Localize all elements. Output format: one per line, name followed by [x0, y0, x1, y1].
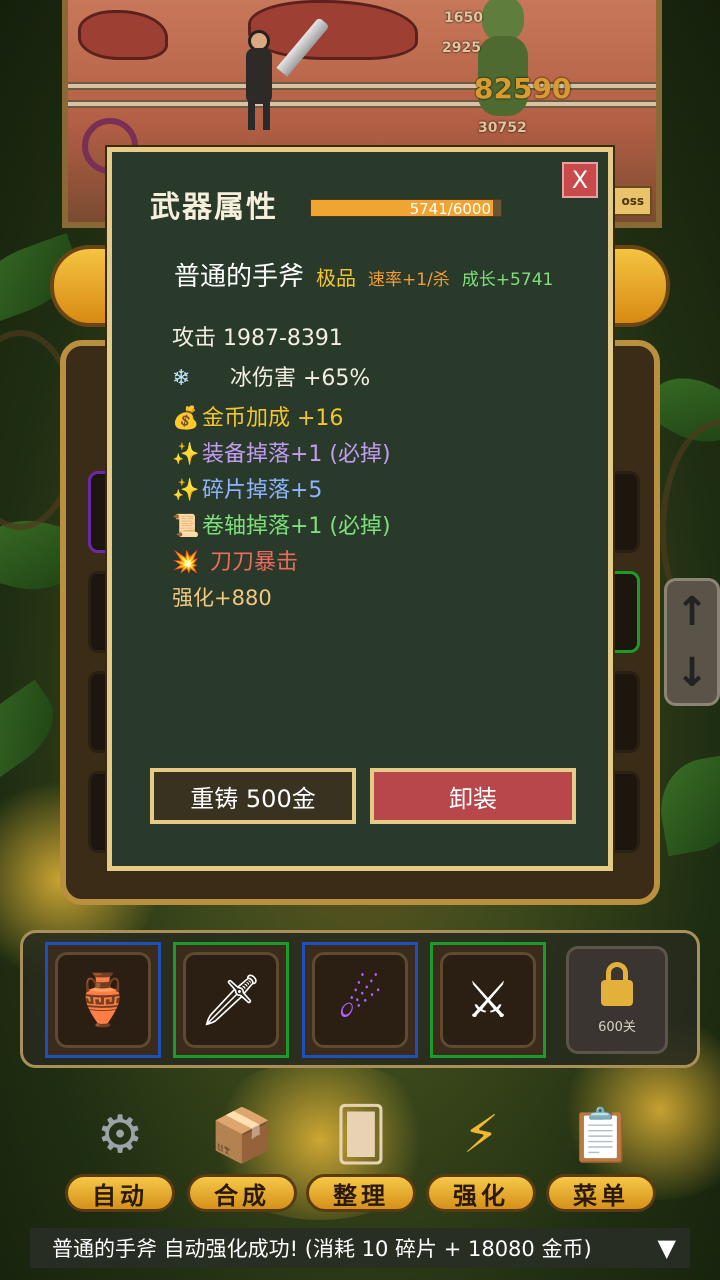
stat-gold-text: 金币加成 +16 [202, 406, 344, 431]
treasure-pot-icon: 🏺 [71, 970, 135, 1029]
item-speed: 速率+1/杀 [368, 270, 450, 290]
clipboard-icon: 📋 [568, 1105, 634, 1166]
auto-label: 自动 [65, 1174, 175, 1212]
item-name: 普通的手斧 [174, 262, 305, 292]
menu-button[interactable]: 📋 菜单 [546, 1100, 656, 1212]
damage-number-big: 82590 [474, 72, 572, 105]
damage-number: 2925 [442, 40, 481, 56]
scroll-arrows[interactable]: ↑ ↓ [664, 578, 720, 706]
damage-number: 30752 [478, 120, 527, 136]
lock-icon [601, 961, 633, 1006]
arrow-down-icon[interactable]: ↓ [675, 650, 709, 696]
skill-slot-1[interactable]: 🏺 [45, 942, 161, 1058]
status-message: 普通的手斧 自动强化成功! (消耗 10 碎片 + 18080 金币) [52, 1237, 592, 1261]
progress-text: 5741/6000 [409, 200, 491, 218]
merge-button[interactable]: 📦 合成 [187, 1100, 297, 1212]
sparkles-icon: ✨ [172, 442, 200, 467]
stat-equip-drop: ✨ 装备掉落+1 (必掉) [172, 436, 391, 468]
skill-slot-3[interactable]: ☄ [302, 942, 418, 1058]
stat-crit-text: 刀刀暴击 [210, 550, 299, 575]
item-header: 普通的手斧 极品 速率+1/杀 成长+5741 [174, 256, 553, 293]
status-bar: 普通的手斧 自动强化成功! (消耗 10 碎片 + 18080 金币) ▼ [30, 1228, 690, 1268]
stat-equip-text: 装备掉落+1 (必掉) [202, 442, 391, 467]
gear-icon: ⚙ [96, 1105, 144, 1165]
weapon-attributes-modal: 武器属性 5741/6000 X 普通的手斧 极品 速率+1/杀 成长+5741… [107, 147, 613, 871]
lightning-icon: ⚡ [462, 1105, 500, 1165]
enhance-button[interactable]: ⚡ 强化 [426, 1100, 536, 1212]
scroll-icon: 📜 [172, 514, 200, 539]
stat-ice-damage: ❄ 冰伤害 +65% [172, 360, 370, 392]
skill-slot-locked[interactable]: 600关 [566, 946, 668, 1054]
merge-label: 合成 [187, 1174, 297, 1212]
cards-icon: 🂠 [334, 1105, 388, 1165]
blue-blade-icon: ⚔ [465, 971, 511, 1029]
money-bag-icon: 💰 [172, 406, 200, 431]
stat-fragment-drop: ✨ 碎片掉落+5 [172, 472, 322, 504]
growth-progress-bar: 5741/6000 [310, 199, 502, 218]
purple-meteor-icon: ☄ [337, 971, 383, 1029]
skill-slot-2[interactable]: 🗡 [173, 942, 289, 1058]
explosion-icon: 💥 [172, 550, 200, 575]
snowflake-icon: ❄ [172, 366, 191, 391]
stat-enhance: 强化+880 [172, 586, 272, 610]
stat-ice-text: 冰伤害 +65% [230, 366, 371, 391]
modal-title: 武器属性 [150, 190, 278, 225]
enhance-label: 强化 [426, 1174, 536, 1212]
skill-slot-4[interactable]: ⚔ [430, 942, 546, 1058]
gold-sword-icon: 🗡 [199, 970, 263, 1029]
damage-number: 1650 [444, 10, 483, 26]
auto-button[interactable]: ⚙ 自动 [65, 1100, 175, 1212]
stat-attack: 攻击 1987-8391 [172, 326, 343, 351]
hero-sprite [238, 30, 282, 130]
stat-frag-text: 碎片掉落+5 [202, 478, 323, 503]
sparkles-icon: ✨ [172, 478, 200, 503]
recast-button[interactable]: 重铸 500金 [150, 768, 356, 824]
close-button[interactable]: X [562, 162, 598, 198]
stat-scroll-text: 卷轴掉落+1 (必掉) [202, 514, 391, 539]
sort-button[interactable]: 🂠 整理 [306, 1100, 416, 1212]
item-grade: 极品 [316, 266, 357, 290]
menu-label: 菜单 [546, 1174, 656, 1212]
item-growth: 成长+5741 [461, 270, 554, 290]
stat-critical: 💥 刀刀暴击 [172, 544, 298, 576]
stat-scroll-drop: 📜 卷轴掉落+1 (必掉) [172, 508, 391, 540]
unequip-button[interactable]: 卸装 [370, 768, 576, 824]
boxes-icon: 📦 [209, 1105, 275, 1166]
unlock-level-label: 600关 [598, 1019, 636, 1035]
arrow-up-icon[interactable]: ↑ [675, 589, 709, 635]
stat-gold-bonus: 💰 金币加成 +16 [172, 400, 343, 432]
sort-label: 整理 [306, 1174, 416, 1212]
chevron-down-icon[interactable]: ▼ [658, 1234, 676, 1262]
